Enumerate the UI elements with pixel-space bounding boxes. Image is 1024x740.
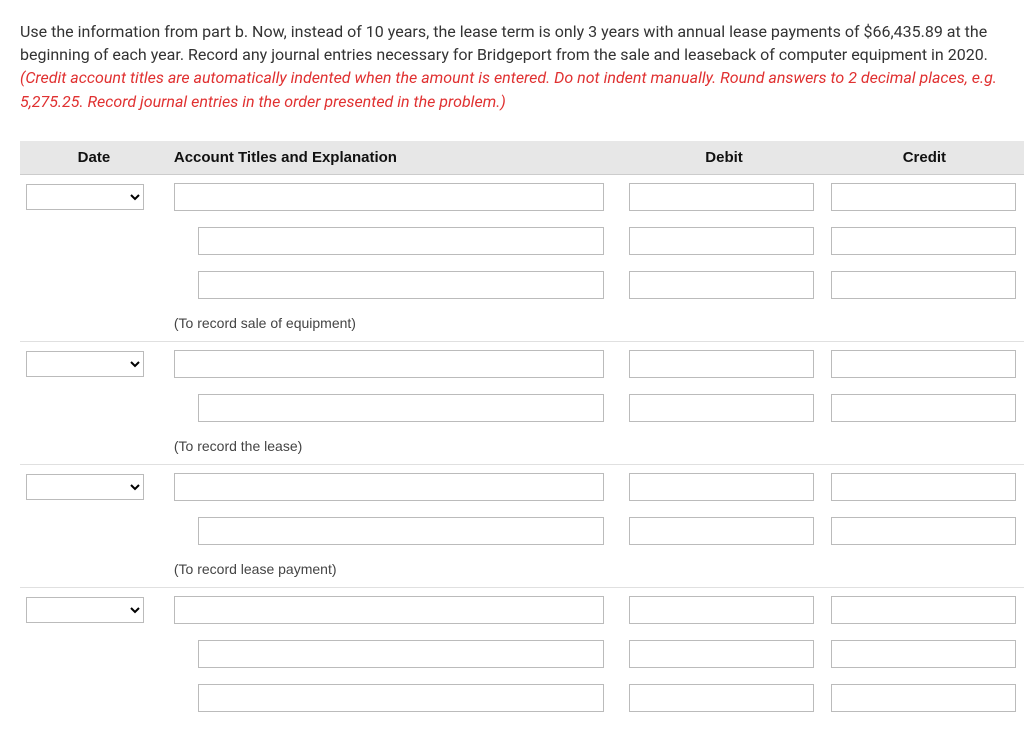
account-input[interactable] <box>174 596 604 624</box>
date-select-4[interactable] <box>26 597 144 623</box>
credit-input[interactable] <box>831 640 1016 668</box>
debit-input[interactable] <box>629 227 814 255</box>
account-input[interactable] <box>198 227 604 255</box>
explanation-lease: (To record the lease) <box>174 438 302 454</box>
date-select-2[interactable] <box>26 351 144 377</box>
debit-input[interactable] <box>629 394 814 422</box>
header-debit: Debit <box>623 141 824 175</box>
debit-input[interactable] <box>629 640 814 668</box>
explanation-sale: (To record sale of equipment) <box>174 315 356 331</box>
account-input[interactable] <box>198 394 604 422</box>
credit-input[interactable] <box>831 271 1016 299</box>
instructions-text: Use the information from part b. Now, in… <box>20 22 988 64</box>
debit-input[interactable] <box>629 684 814 712</box>
credit-input[interactable] <box>831 684 1016 712</box>
debit-input[interactable] <box>629 350 814 378</box>
debit-input[interactable] <box>629 517 814 545</box>
debit-input[interactable] <box>629 183 814 211</box>
debit-input[interactable] <box>629 473 814 501</box>
header-credit: Credit <box>825 141 1024 175</box>
credit-input[interactable] <box>831 596 1016 624</box>
date-select-3[interactable] <box>26 474 144 500</box>
journal-entry-table: Date Account Titles and Explanation Debi… <box>20 141 1024 720</box>
credit-input[interactable] <box>831 183 1016 211</box>
account-input[interactable] <box>198 517 604 545</box>
date-select-1[interactable] <box>26 184 144 210</box>
credit-input[interactable] <box>831 517 1016 545</box>
header-account: Account Titles and Explanation <box>168 141 623 175</box>
account-input[interactable] <box>198 271 604 299</box>
credit-input[interactable] <box>831 394 1016 422</box>
debit-input[interactable] <box>629 271 814 299</box>
header-date: Date <box>20 141 168 175</box>
account-input[interactable] <box>198 684 604 712</box>
debit-input[interactable] <box>629 596 814 624</box>
problem-instructions: Use the information from part b. Now, in… <box>20 20 1024 113</box>
explanation-payment: (To record lease payment) <box>174 561 337 577</box>
account-input[interactable] <box>198 640 604 668</box>
credit-input[interactable] <box>831 350 1016 378</box>
account-input[interactable] <box>174 183 604 211</box>
account-input[interactable] <box>174 473 604 501</box>
instructions-red-text: (Credit account titles are automatically… <box>20 68 997 110</box>
account-input[interactable] <box>174 350 604 378</box>
credit-input[interactable] <box>831 227 1016 255</box>
credit-input[interactable] <box>831 473 1016 501</box>
